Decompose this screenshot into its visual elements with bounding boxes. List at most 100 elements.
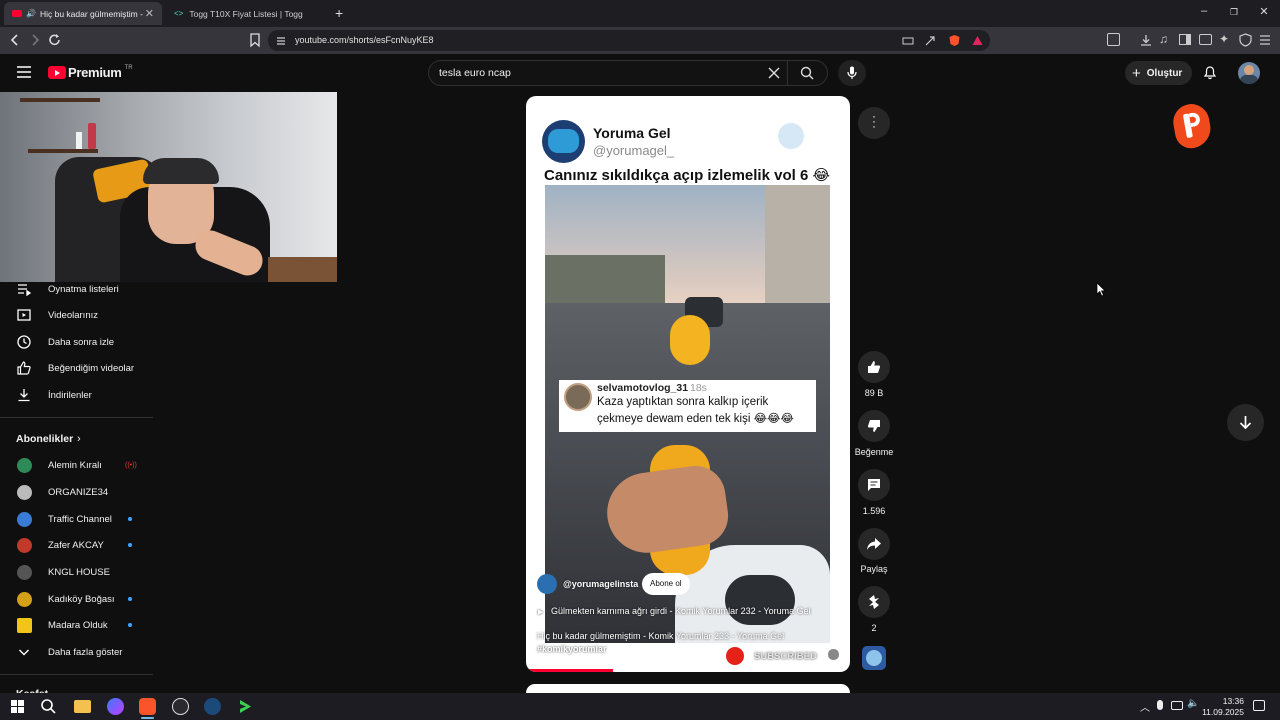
hamburger-menu-icon[interactable] [17, 66, 31, 78]
sidebar-item-label: Daha sonra izle [48, 336, 115, 348]
show-more-button[interactable]: Daha fazla göster [0, 639, 153, 665]
leo-ai-icon[interactable]: ✦ [1219, 32, 1229, 46]
network-icon[interactable] [1171, 701, 1183, 710]
account-name: Yoruma Gel [593, 125, 671, 141]
speaker-icon: 🔊 [26, 9, 36, 18]
channel-avatar [17, 591, 32, 607]
tray-overflow-icon[interactable]: ︿ [1140, 699, 1150, 714]
obs-icon[interactable] [172, 698, 189, 715]
sidebar-item-watch-later[interactable]: Daha sonra izle [0, 329, 153, 355]
file-explorer-icon[interactable] [74, 700, 91, 713]
subscription-item[interactable]: Kadıköy Boğası [0, 586, 153, 612]
tab-active[interactable]: 🔊 Hiç bu kadar gülmemiştim - K ✕ [4, 2, 162, 25]
close-tab-icon[interactable]: ✕ [145, 7, 154, 20]
vpn-icon[interactable] [1239, 33, 1252, 47]
reload-icon[interactable] [47, 32, 63, 48]
brave-browser-icon[interactable] [139, 698, 156, 715]
remix-button[interactable] [858, 586, 890, 618]
dislike-button[interactable] [858, 410, 890, 442]
forward-icon[interactable] [27, 32, 43, 48]
subscription-item[interactable]: Zafer AKCAY [0, 532, 153, 558]
next-short-button[interactable] [1227, 404, 1264, 441]
reader-icon[interactable] [1179, 34, 1191, 45]
mic-tray-icon[interactable] [1157, 700, 1163, 710]
like-button[interactable] [858, 351, 890, 383]
subscription-item[interactable]: Traffic Channel [0, 506, 153, 532]
clock-time[interactable]: 13:36 [1208, 696, 1244, 706]
notifications-icon[interactable] [1253, 700, 1265, 711]
subscribe-button[interactable]: Abone ol [642, 573, 690, 595]
sidebar-item-your-videos[interactable]: Videolarınız [0, 302, 153, 328]
account-avatar[interactable] [1238, 62, 1260, 84]
related-video-link[interactable]: Gülmekten karnıma ağrı girdi - Komik Yor… [551, 606, 811, 616]
minimize-icon[interactable]: – [1196, 5, 1212, 17]
sidebar-item-label: Beğendiğim videolar [48, 362, 135, 374]
next-short-preview [526, 684, 850, 693]
tab-togg[interactable]: <> Togg T10X Fiyat Listesi | Togg [166, 2, 324, 25]
channel-avatar [17, 537, 32, 553]
comment-text-line-1: Kaza yaptıktan sonra kalkıp içerik [597, 396, 769, 408]
comments-button[interactable] [858, 469, 890, 501]
code-icon: <> [174, 9, 184, 18]
new-tab-button[interactable]: + [335, 5, 343, 21]
search-icon[interactable] [800, 66, 814, 80]
restore-icon[interactable]: ❐ [1226, 7, 1242, 18]
progress-bar[interactable] [526, 669, 850, 672]
brave-shields-icon[interactable] [948, 34, 961, 47]
hashtag[interactable]: #komikyorumlar [537, 644, 607, 654]
back-icon[interactable] [7, 32, 23, 48]
sidebar-toggle-icon[interactable] [1107, 33, 1120, 46]
search-input[interactable]: tesla euro ncap [439, 67, 511, 79]
wallet-icon[interactable] [1199, 34, 1212, 45]
menu-icon[interactable] [1259, 34, 1271, 46]
site-settings-icon[interactable] [275, 35, 287, 47]
comment-count: 1.596 [862, 506, 886, 516]
channel-name: Alemin Kıralı [48, 459, 102, 471]
youtube-favicon-icon [12, 10, 22, 17]
show-more-label: Daha fazla göster [48, 646, 123, 658]
notifications-bell-icon[interactable] [1203, 65, 1217, 80]
sidebar-item-downloads[interactable]: İndirilenler [0, 382, 153, 408]
sound-source-thumbnail[interactable] [862, 646, 886, 670]
search-icon[interactable] [40, 698, 57, 715]
downloads-icon[interactable] [1139, 33, 1153, 47]
create-button[interactable]: + Oluştur [1125, 61, 1192, 85]
subscriptions-heading[interactable]: Abonelikler › [0, 426, 153, 452]
chevron-right-icon: › [77, 433, 81, 445]
subscription-item[interactable]: ORGANIZE34 [0, 479, 153, 505]
clear-search-icon[interactable] [768, 67, 780, 79]
clock-date[interactable]: 11.09.2025 [1198, 707, 1244, 717]
share-page-icon[interactable] [924, 35, 936, 47]
divider [0, 674, 153, 675]
bookmark-icon[interactable] [247, 32, 263, 48]
tab-title: Togg T10X Fiyat Listesi | Togg [189, 8, 303, 19]
brave-rewards-icon[interactable] [971, 34, 984, 47]
sidebar-item-liked-videos[interactable]: Beğendiğim videolar [0, 355, 153, 381]
voice-search-button[interactable] [838, 60, 866, 86]
subscription-item[interactable]: Madara Olduk [0, 612, 153, 638]
url-bar[interactable]: youtube.com/shorts/esFcnNuyKE8 [268, 30, 990, 51]
chevron-down-icon [19, 649, 29, 656]
cast-icon[interactable] [902, 35, 914, 47]
music-icon[interactable]: ♫ [1159, 32, 1168, 46]
media-player-icon[interactable] [237, 698, 254, 715]
video-caption: Hiç bu kadar gülmemiştim - Komik Yorumla… [537, 631, 785, 641]
search-box[interactable]: tesla euro ncap [428, 60, 828, 86]
channel-avatar[interactable] [537, 574, 557, 594]
shorts-player[interactable]: Yoruma Gel @yorumagel_ Canınız sıkıldıkç… [526, 96, 850, 672]
close-window-icon[interactable]: ✕ [1256, 5, 1272, 18]
new-content-dot [128, 597, 132, 601]
windows-start-icon[interactable] [9, 698, 26, 715]
messenger-icon[interactable] [107, 698, 124, 715]
browser-toolbar: youtube.com/shorts/esFcnNuyKE8 ♫ ✦ [0, 27, 1280, 54]
channel-handle[interactable]: @yorumagelinsta [563, 579, 638, 589]
channel-name: Zafer AKCAY [48, 539, 104, 551]
logo-text: Premium [68, 65, 122, 80]
subscription-item[interactable]: Alemin Kıralı ((•)) [0, 452, 153, 478]
steam-icon[interactable] [204, 698, 221, 715]
youtube-logo[interactable]: Premium TR [48, 65, 133, 80]
subscription-item[interactable]: KNGL HOUSE [0, 559, 153, 585]
share-button[interactable] [858, 528, 890, 560]
download-icon [18, 389, 30, 402]
more-options-button[interactable]: · · · [858, 107, 890, 139]
